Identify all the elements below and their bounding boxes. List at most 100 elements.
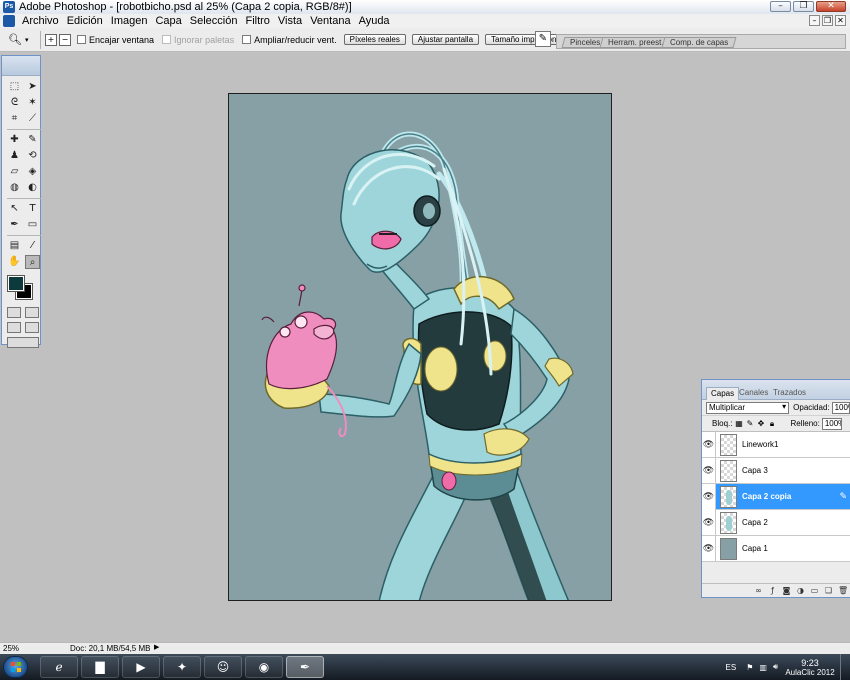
- link-layers-icon[interactable]: ∞: [754, 586, 763, 595]
- blend-mode-select[interactable]: Multiplicar: [706, 401, 790, 414]
- lock-image-icon[interactable]: ✎: [745, 419, 754, 428]
- media-player-icon[interactable]: ▶: [122, 656, 160, 678]
- zoom-in-mode-button[interactable]: +: [45, 33, 57, 46]
- move-tool-icon[interactable]: ➤: [25, 80, 40, 94]
- type-tool-icon[interactable]: T: [25, 202, 40, 216]
- layer-style-icon[interactable]: ƒ: [768, 586, 777, 595]
- tab-channels[interactable]: Canales: [735, 387, 772, 400]
- clone-stamp-tool-icon[interactable]: ♟: [7, 149, 22, 163]
- language-indicator[interactable]: ES: [726, 663, 737, 672]
- eraser-tool-icon[interactable]: ▱: [7, 165, 22, 179]
- menu-vista[interactable]: Vista: [276, 15, 308, 27]
- eye-icon[interactable]: 👁︎: [702, 483, 716, 510]
- healing-brush-tool-icon[interactable]: ✚: [7, 133, 22, 147]
- opacity-field[interactable]: 100%: [831, 401, 850, 414]
- layer-row-capa-1[interactable]: 👁︎ Capa 1: [702, 535, 850, 562]
- maximize-button[interactable]: ❐: [793, 1, 814, 12]
- layer-row-linework1[interactable]: 👁︎ Linework1: [702, 431, 850, 458]
- hand-tool-icon[interactable]: ✋: [7, 255, 22, 269]
- zoom-level-field[interactable]: 25%: [3, 643, 33, 654]
- path-selection-tool-icon[interactable]: ↖: [7, 202, 22, 216]
- add-mask-icon[interactable]: ◙: [782, 586, 791, 595]
- paint-bucket-tool-icon[interactable]: ◈: [25, 165, 40, 179]
- toolbox-header[interactable]: [2, 56, 40, 76]
- crop-tool-icon[interactable]: ⌗: [7, 112, 22, 126]
- new-layer-icon[interactable]: ❏: [824, 586, 833, 595]
- eye-icon[interactable]: 👁︎: [702, 509, 716, 536]
- foreground-color-swatch[interactable]: [7, 275, 25, 292]
- menu-seleccion[interactable]: Selección: [188, 15, 244, 27]
- resize-windows-checkbox[interactable]: Ampliar/reducir vent.: [242, 35, 337, 45]
- doc-restore-button[interactable]: ❐: [822, 15, 833, 26]
- chrome-icon[interactable]: ◉: [245, 656, 283, 678]
- ignore-palettes-checkbox[interactable]: Ignorar paletas: [162, 35, 234, 45]
- start-button[interactable]: [3, 656, 28, 678]
- eyedropper-tool-icon[interactable]: ⁄: [25, 239, 40, 253]
- close-button[interactable]: ✕: [816, 1, 846, 12]
- doc-minimize-button[interactable]: –: [809, 15, 820, 26]
- menu-archivo[interactable]: Archivo: [20, 15, 65, 27]
- menu-imagen[interactable]: Imagen: [109, 15, 154, 27]
- screen-mode-icon[interactable]: [7, 322, 21, 333]
- adjustment-layer-icon[interactable]: ◑: [796, 586, 805, 595]
- lasso-tool-icon[interactable]: ᘓ: [7, 96, 22, 110]
- toggle-brushes-icon[interactable]: ✎: [535, 31, 551, 47]
- blur-tool-icon[interactable]: ◍: [7, 181, 22, 195]
- messenger-icon[interactable]: ☺: [204, 656, 242, 678]
- notes-tool-icon[interactable]: ▤: [7, 239, 22, 253]
- layer-row-capa-3[interactable]: 👁︎ Capa 3: [702, 457, 850, 484]
- layer-row-capa-2[interactable]: 👁︎ Capa 2: [702, 509, 850, 536]
- show-desktop-button[interactable]: [840, 654, 850, 680]
- eye-icon[interactable]: 👁︎: [702, 535, 716, 562]
- action-center-icon[interactable]: ⚑: [746, 663, 753, 672]
- paint-app-icon[interactable]: ✦: [163, 656, 201, 678]
- quick-mask-mode-icon[interactable]: [25, 307, 39, 318]
- imageready-jump-icon[interactable]: [7, 337, 39, 348]
- trash-icon[interactable]: 🗑︎: [838, 586, 848, 595]
- well-tab-layer-comps[interactable]: Comp. de capas: [661, 37, 737, 48]
- fit-window-checkbox[interactable]: Encajar ventana: [77, 35, 154, 45]
- zoom-tool-icon[interactable]: ⌕: [25, 255, 40, 269]
- doc-close-button[interactable]: ✕: [835, 15, 846, 26]
- tool-preset-picker[interactable]: 🔍︎ ▾: [8, 31, 36, 49]
- zoom-out-mode-button[interactable]: −: [59, 33, 71, 46]
- document-icon[interactable]: [3, 15, 15, 27]
- history-brush-tool-icon[interactable]: ⟲: [25, 149, 40, 163]
- menu-ayuda[interactable]: Ayuda: [357, 15, 396, 27]
- minimize-button[interactable]: –: [770, 1, 791, 12]
- status-bar: 25% Doc: 20,1 MB/54,5 MB ▶: [0, 642, 850, 654]
- full-screen-mode-icon[interactable]: [25, 322, 39, 333]
- fit-screen-button[interactable]: Ajustar pantalla: [411, 34, 480, 45]
- lock-position-icon[interactable]: ✥: [756, 419, 765, 428]
- status-menu-arrow-icon[interactable]: ▶: [154, 643, 159, 651]
- brush-tool-icon[interactable]: ✎: [25, 133, 40, 147]
- menu-ventana[interactable]: Ventana: [308, 15, 356, 27]
- menu-filtro[interactable]: Filtro: [243, 15, 275, 27]
- slice-tool-icon[interactable]: ⟋: [25, 112, 40, 126]
- layer-row-capa-2-copia[interactable]: 👁︎ Capa 2 copia ✎: [702, 483, 850, 510]
- internet-explorer-icon[interactable]: ℯ: [40, 656, 78, 678]
- lock-all-icon[interactable]: 🔒︎: [767, 419, 776, 428]
- standard-mode-icon[interactable]: [7, 307, 21, 318]
- menu-edicion[interactable]: Edición: [65, 15, 109, 27]
- actual-pixels-button[interactable]: Píxeles reales: [343, 34, 406, 45]
- dodge-tool-icon[interactable]: ◐: [25, 181, 40, 195]
- photoshop-taskbar-icon[interactable]: ✒: [286, 656, 324, 678]
- lock-transparency-icon[interactable]: ▦: [734, 419, 743, 428]
- clock[interactable]: 9:23 AulaClic 2012: [784, 658, 836, 677]
- eye-icon[interactable]: 👁︎: [702, 457, 716, 484]
- pen-tool-icon[interactable]: ✒: [7, 218, 22, 232]
- fill-field[interactable]: 100%: [821, 417, 842, 430]
- marquee-tool-icon[interactable]: ⬚: [7, 80, 22, 94]
- document-canvas[interactable]: [228, 93, 612, 601]
- magic-wand-tool-icon[interactable]: ✶: [25, 96, 40, 110]
- tab-paths[interactable]: Trazados: [769, 387, 810, 400]
- volume-icon[interactable]: 🔊︎: [773, 662, 778, 672]
- menu-capa[interactable]: Capa: [153, 15, 187, 27]
- eye-icon[interactable]: 👁︎: [702, 431, 716, 458]
- network-icon[interactable]: ▥: [759, 663, 767, 672]
- layers-panel-header[interactable]: Capas Canales Trazados: [702, 380, 850, 400]
- explorer-folder-icon[interactable]: ▇: [81, 656, 119, 678]
- new-group-icon[interactable]: ▭: [810, 586, 819, 595]
- shape-tool-icon[interactable]: ▭: [25, 218, 40, 232]
